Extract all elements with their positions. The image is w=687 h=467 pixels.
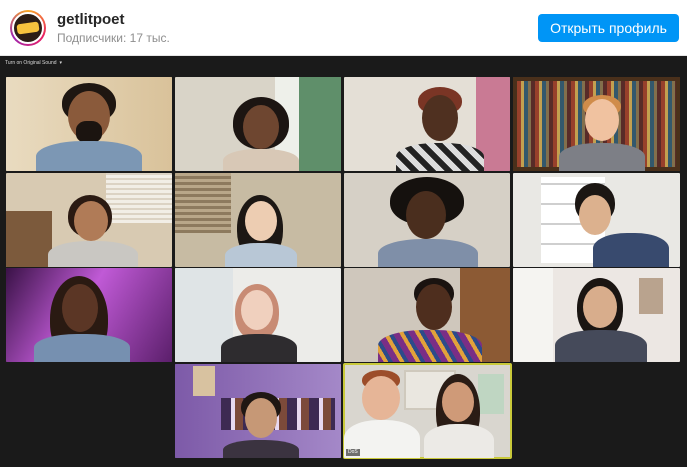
instagram-header: getlitpoet Подписчики: 17 тыс. Открыть п… bbox=[0, 0, 687, 56]
curtain bbox=[297, 77, 341, 171]
participant-name-tag: DoS bbox=[346, 449, 360, 456]
participant-shirt bbox=[36, 141, 142, 171]
participant-shirt bbox=[593, 233, 669, 267]
participant-video-tile[interactable] bbox=[175, 77, 341, 171]
get-lit-logo bbox=[16, 21, 40, 35]
participant-face bbox=[406, 191, 446, 239]
participant-beard bbox=[76, 121, 102, 143]
profile-username[interactable]: getlitpoet bbox=[57, 11, 125, 28]
participant-shirt bbox=[223, 149, 299, 171]
blinds bbox=[175, 173, 231, 233]
participant-face bbox=[362, 376, 400, 420]
chevron-down-icon: ▾ bbox=[59, 60, 63, 66]
subscriber-count: Подписчики: 17 тыс. bbox=[57, 31, 170, 45]
participant-video-tile[interactable] bbox=[344, 77, 510, 171]
participant-face bbox=[74, 201, 108, 241]
profile-avatar[interactable] bbox=[10, 10, 46, 46]
participant-shirt bbox=[396, 143, 484, 171]
original-sound-label: Turn on Original Sound bbox=[5, 60, 57, 66]
participant-face bbox=[62, 284, 98, 332]
participant-shirt bbox=[378, 330, 482, 362]
participant-video-tile[interactable] bbox=[344, 173, 510, 267]
participant-face bbox=[243, 105, 279, 149]
participant-shirt bbox=[34, 334, 130, 362]
participant-video-tile[interactable] bbox=[344, 268, 510, 362]
participant-face bbox=[585, 99, 619, 141]
window bbox=[478, 374, 504, 414]
participant-shirt bbox=[48, 241, 138, 267]
wall-photo bbox=[639, 278, 663, 314]
shelf bbox=[6, 211, 52, 267]
participant-shirt bbox=[424, 424, 494, 458]
participant-video-tile[interactable] bbox=[6, 268, 172, 362]
participant-face bbox=[583, 286, 617, 328]
participant-face bbox=[241, 290, 273, 330]
participant-shirt bbox=[223, 440, 299, 458]
participant-shirt bbox=[221, 334, 297, 362]
participant-video-tile[interactable] bbox=[513, 173, 680, 267]
participant-video-tile[interactable] bbox=[175, 173, 341, 267]
poster bbox=[193, 366, 215, 396]
zoom-gallery-view: Turn on Original Sound ▾ DoS bbox=[0, 56, 687, 467]
profile-avatar-image bbox=[12, 12, 44, 44]
participant-face bbox=[245, 398, 277, 438]
original-sound-toggle[interactable]: Turn on Original Sound ▾ bbox=[5, 58, 62, 68]
participant-video-tile[interactable] bbox=[6, 173, 172, 267]
participant-video-tile[interactable] bbox=[513, 77, 680, 171]
zoom-top-bar: Turn on Original Sound ▾ bbox=[0, 56, 687, 70]
participant-video-tile[interactable] bbox=[513, 268, 680, 362]
participant-face bbox=[245, 201, 277, 241]
participant-shirt bbox=[555, 330, 647, 362]
open-profile-button[interactable]: Открыть профиль bbox=[538, 14, 679, 42]
participant-shirt bbox=[225, 243, 297, 267]
window-blinds bbox=[106, 173, 172, 223]
participant-face bbox=[422, 95, 458, 141]
participant-face bbox=[416, 284, 452, 330]
participant-video-tile[interactable] bbox=[175, 268, 341, 362]
active-speaker-tile[interactable]: DoS bbox=[343, 363, 512, 459]
participant-shirt bbox=[559, 143, 645, 171]
door-frame bbox=[513, 268, 553, 362]
participant-shirt bbox=[378, 239, 478, 267]
participant-face bbox=[442, 382, 474, 422]
participant-video-tile[interactable] bbox=[175, 364, 341, 458]
participant-face bbox=[579, 195, 611, 235]
participant-video-tile[interactable] bbox=[6, 77, 172, 171]
